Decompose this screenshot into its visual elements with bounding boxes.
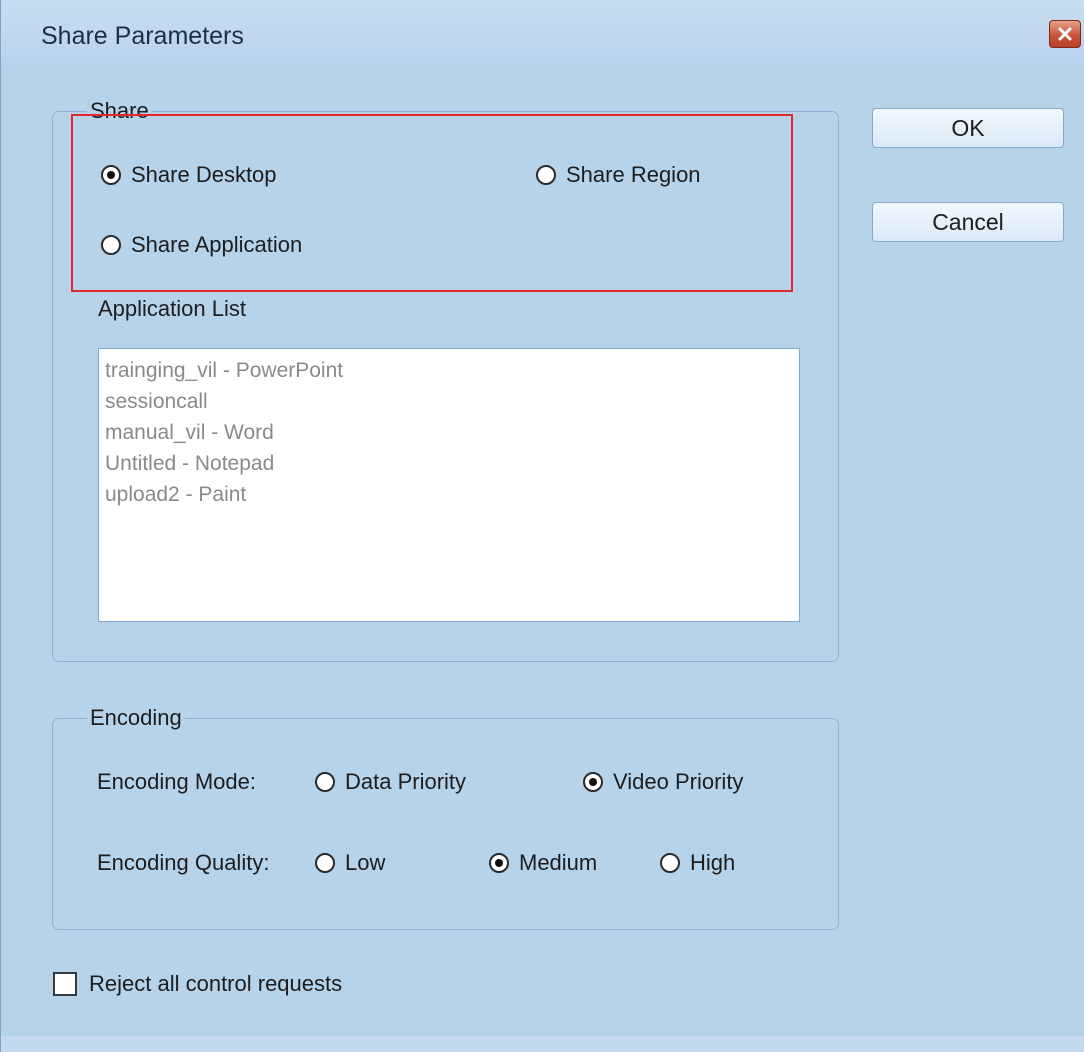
video-priority-label: Video Priority	[613, 769, 744, 794]
encoding-mode-label: Encoding Mode:	[97, 769, 256, 794]
quality-high-option[interactable]: High	[660, 851, 735, 875]
share-application-label: Share Application	[131, 232, 303, 257]
bottom-edge	[1, 1036, 1084, 1052]
video-priority-radio[interactable]	[583, 772, 603, 792]
share-parameters-dialog: Share Parameters Share Share Desktop Sha…	[0, 0, 1084, 1052]
encoding-quality-label: Encoding Quality:	[97, 850, 270, 875]
quality-medium-option[interactable]: Medium	[489, 851, 597, 875]
share-desktop-label: Share Desktop	[131, 162, 277, 187]
quality-medium-radio[interactable]	[489, 853, 509, 873]
data-priority-radio[interactable]	[315, 772, 335, 792]
cancel-button[interactable]: Cancel	[872, 202, 1064, 242]
ok-button[interactable]: OK	[872, 108, 1064, 148]
reject-control-checkbox[interactable]	[53, 972, 77, 996]
application-listbox[interactable]: trainging_vil - PowerPoint sessioncall m…	[98, 348, 800, 622]
list-item[interactable]: upload2 - Paint	[105, 479, 799, 510]
share-region-label: Share Region	[566, 162, 701, 187]
quality-low-radio[interactable]	[315, 853, 335, 873]
reject-control-label: Reject all control requests	[89, 971, 343, 996]
share-application-radio[interactable]	[101, 235, 121, 255]
list-item[interactable]: trainging_vil - PowerPoint	[105, 355, 799, 386]
close-icon	[1058, 27, 1072, 41]
share-desktop-option[interactable]: Share Desktop	[101, 163, 277, 187]
list-item[interactable]: manual_vil - Word	[105, 417, 799, 448]
share-legend: Share	[87, 99, 152, 123]
list-item[interactable]: sessioncall	[105, 386, 799, 417]
quality-medium-label: Medium	[519, 850, 598, 875]
title-bar[interactable]: Share Parameters	[1, 0, 1084, 69]
quality-high-label: High	[690, 850, 736, 875]
share-region-option[interactable]: Share Region	[536, 163, 701, 187]
list-item[interactable]: Untitled - Notepad	[105, 448, 799, 479]
quality-high-radio[interactable]	[660, 853, 680, 873]
encoding-legend: Encoding	[87, 706, 185, 730]
data-priority-option[interactable]: Data Priority	[315, 770, 466, 794]
quality-low-option[interactable]: Low	[315, 851, 385, 875]
video-priority-option[interactable]: Video Priority	[583, 770, 743, 794]
radio-selected-dot	[495, 859, 503, 867]
share-desktop-radio[interactable]	[101, 165, 121, 185]
application-list-label: Application List	[98, 296, 246, 321]
dialog-title: Share Parameters	[41, 22, 244, 50]
encoding-groupbox	[52, 718, 839, 930]
radio-selected-dot	[589, 778, 597, 786]
reject-control-option[interactable]: Reject all control requests	[53, 971, 342, 997]
share-region-radio[interactable]	[536, 165, 556, 185]
close-button[interactable]	[1049, 20, 1081, 48]
data-priority-label: Data Priority	[345, 769, 467, 794]
quality-low-label: Low	[345, 850, 386, 875]
share-application-option[interactable]: Share Application	[101, 233, 302, 257]
radio-selected-dot	[107, 171, 115, 179]
